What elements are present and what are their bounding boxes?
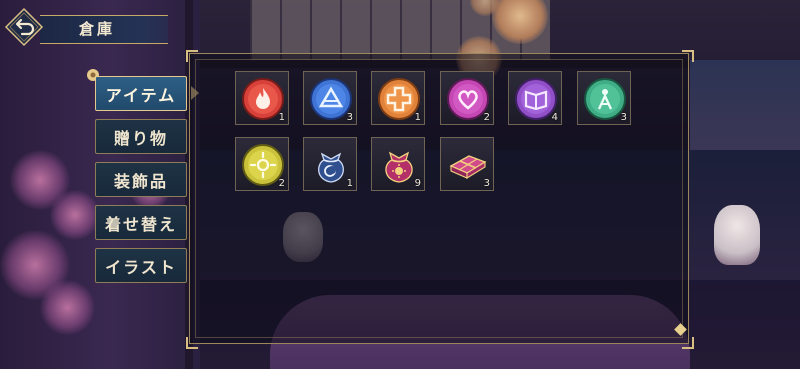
page-title: 倉庫 xyxy=(79,20,116,38)
tab-items[interactable]: アイテム xyxy=(95,76,187,111)
inventory-slot[interactable]: 2 xyxy=(440,71,494,125)
panel-corner xyxy=(682,337,694,349)
tab-accessories[interactable]: 装飾品 xyxy=(95,162,187,197)
inventory-slot[interactable]: 3 xyxy=(440,137,494,191)
tab-gifts[interactable]: 贈り物 xyxy=(95,119,187,154)
back-button[interactable] xyxy=(4,7,44,47)
item-count: 3 xyxy=(346,112,353,123)
inventory-slot[interactable]: 2 xyxy=(235,137,289,191)
inventory-slot[interactable]: 1 xyxy=(303,137,357,191)
item-count: 9 xyxy=(414,178,421,189)
item-count: 1 xyxy=(278,112,285,123)
panel-corner xyxy=(682,50,694,62)
item-count: 3 xyxy=(620,112,627,123)
inventory-slot[interactable]: 4 xyxy=(508,71,562,125)
lucky-cat-figure xyxy=(714,205,760,265)
item-count: 4 xyxy=(551,112,558,123)
inventory-slot[interactable]: 1 xyxy=(371,71,425,125)
inventory-slot[interactable]: 9 xyxy=(371,137,425,191)
back-arrow-icon xyxy=(4,7,44,47)
panel-corner xyxy=(186,50,198,62)
item-count: 2 xyxy=(278,178,285,189)
tab-outfits[interactable]: 着せ替え xyxy=(95,205,187,240)
tab-illustrations[interactable]: イラスト xyxy=(95,248,187,283)
panel-corner xyxy=(186,337,198,349)
item-count: 1 xyxy=(346,178,353,189)
inventory-slot[interactable]: 3 xyxy=(577,71,631,125)
item-count: 1 xyxy=(414,112,421,123)
inventory-slot[interactable]: 3 xyxy=(303,71,357,125)
inventory-slot[interactable]: 1 xyxy=(235,71,289,125)
item-count: 2 xyxy=(483,112,490,123)
item-count: 3 xyxy=(483,178,490,189)
